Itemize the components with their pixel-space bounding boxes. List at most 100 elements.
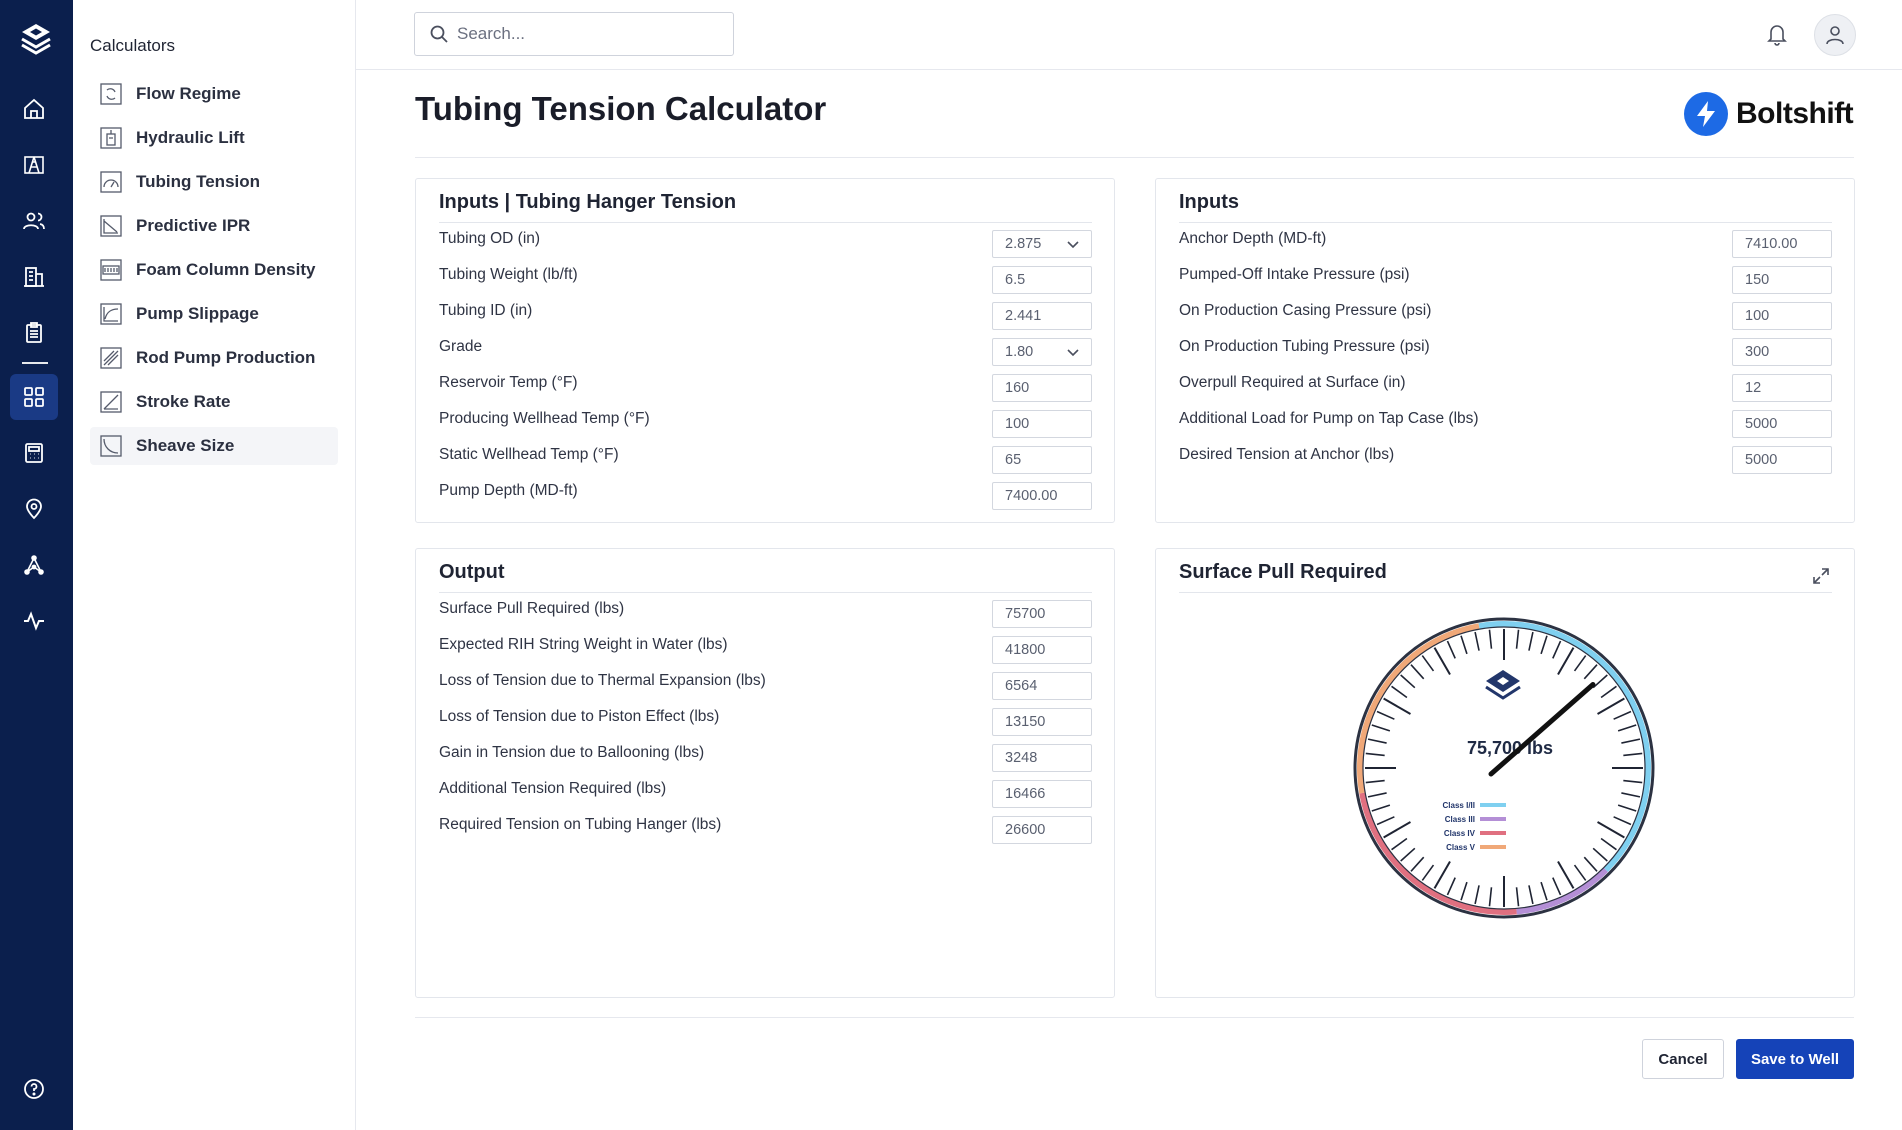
save-to-well-button[interactable]: Save to Well (1736, 1039, 1854, 1079)
form-row: Tubing Weight (lb/ft) (439, 260, 578, 290)
field-label: Required Tension on Tubing Hanger (lbs) (439, 816, 722, 833)
value-field[interactable]: 7410.00 (1732, 230, 1832, 258)
network-icon[interactable] (10, 542, 58, 588)
gauge-tick (1623, 779, 1643, 784)
cancel-button[interactable]: Cancel (1642, 1039, 1724, 1079)
users-icon[interactable] (10, 198, 58, 244)
value-field[interactable]: 7400.00 (992, 482, 1092, 510)
expand-icon[interactable] (1812, 567, 1830, 585)
card-title: Surface Pull Required (1179, 561, 1387, 583)
field-label: Producing Wellhead Temp (°F) (439, 410, 650, 427)
field-value: 26600 (1005, 822, 1046, 838)
sidebar-item-stroke-rate[interactable]: Stroke Rate (90, 383, 338, 421)
value-dropdown[interactable]: 2.875 (992, 230, 1092, 258)
field-label: Expected RIH String Weight in Water (lbs… (439, 636, 728, 653)
page-title: Tubing Tension Calculator (415, 90, 827, 127)
field-value: 41800 (1005, 642, 1046, 658)
field-label: Gain in Tension due to Ballooning (lbs) (439, 744, 705, 761)
clipboard-icon[interactable] (10, 310, 58, 356)
form-row: Producing Wellhead Temp (°F) (439, 404, 650, 434)
value-dropdown[interactable]: 1.80 (992, 338, 1092, 366)
sidebar-item-hydraulic-lift[interactable]: Hydraulic Lift (90, 119, 338, 157)
grid-icon[interactable] (10, 374, 58, 420)
value-field[interactable]: 26600 (992, 816, 1092, 844)
bell-icon[interactable] (1766, 22, 1788, 46)
value-field[interactable]: 12 (1732, 374, 1832, 402)
value-field[interactable]: 75700 (992, 600, 1092, 628)
location-pin-icon[interactable] (10, 486, 58, 532)
sidebar-item-foam-column-density[interactable]: Foam Column Density (90, 251, 338, 289)
field-value: 75700 (1005, 606, 1046, 622)
search-box[interactable] (414, 12, 734, 56)
sidebar-item-predictive-ipr[interactable]: Predictive IPR (90, 207, 338, 245)
sidebar-item-tubing-tension[interactable]: Tubing Tension (90, 163, 338, 201)
value-field[interactable]: 150 (1732, 266, 1832, 294)
form-row: Pumped-Off Intake Pressure (psi) (1179, 260, 1410, 290)
gauge-tick (1383, 697, 1411, 715)
sidebar-item-pump-slippage[interactable]: Pump Slippage (90, 295, 338, 333)
field-label: Reservoir Temp (°F) (439, 374, 578, 391)
gauge-inner-ring (1362, 626, 1646, 910)
gauge-tick (1583, 856, 1598, 872)
sidebar-item-sheave-size[interactable]: Sheave Size (90, 427, 338, 465)
search-icon (430, 25, 448, 43)
value-field[interactable]: 100 (992, 410, 1092, 438)
value-field[interactable]: 16466 (992, 780, 1092, 808)
gauge-tick (1371, 724, 1391, 732)
value-field[interactable]: 5000 (1732, 446, 1832, 474)
form-row: Expected RIH String Weight in Water (lbs… (439, 630, 728, 660)
value-field[interactable]: 6564 (992, 672, 1092, 700)
form-row: Gain in Tension due to Ballooning (lbs) (439, 738, 704, 768)
oil-rig-icon[interactable] (10, 142, 58, 188)
gauge-tick (1597, 821, 1625, 839)
value-field[interactable]: 300 (1732, 338, 1832, 366)
value-field[interactable]: 160 (992, 374, 1092, 402)
value-field[interactable]: 3248 (992, 744, 1092, 772)
value-field[interactable]: 13150 (992, 708, 1092, 736)
value-field[interactable]: 6.5 (992, 266, 1092, 294)
gauge-tick (1613, 816, 1632, 826)
chevron-down-icon (1067, 241, 1079, 249)
app-logo-icon[interactable] (16, 20, 56, 60)
field-label: Loss of Tension due to Piston Effect (lb… (439, 708, 720, 725)
field-value: 2.441 (1005, 308, 1042, 324)
form-row: Desired Tension at Anchor (lbs) (1179, 440, 1394, 470)
value-field[interactable]: 5000 (1732, 410, 1832, 438)
building-icon[interactable] (10, 254, 58, 300)
gauge-tick (1474, 631, 1480, 651)
gauge-tick (1617, 724, 1637, 732)
value-field[interactable]: 100 (1732, 302, 1832, 330)
value-field[interactable]: 41800 (992, 636, 1092, 664)
gauge-tick (1597, 697, 1625, 715)
search-input[interactable] (457, 24, 717, 44)
gauge-tick (1410, 664, 1425, 680)
field-label: Surface Pull Required (lbs) (439, 600, 625, 617)
flow-regime-icon (100, 83, 122, 105)
sidebar-item-flow-regime[interactable]: Flow Regime (90, 75, 338, 113)
sidebar-item-label: Tubing Tension (136, 172, 261, 191)
gauge-tick (1621, 738, 1641, 744)
sidebar-item-rod-pump-production[interactable]: Rod Pump Production (90, 339, 338, 377)
gauge-tick (1557, 861, 1575, 889)
legend-label: Class IV (1444, 829, 1476, 838)
hanger-inputs-card: Inputs | Tubing Hanger Tension Tubing OD… (415, 178, 1115, 523)
value-field[interactable]: 65 (992, 446, 1092, 474)
avatar[interactable] (1814, 14, 1856, 56)
field-value: 65 (1005, 452, 1022, 468)
value-field[interactable]: 2.441 (992, 302, 1092, 330)
brand-name: Boltshift (1736, 97, 1854, 130)
card-title: Inputs (1179, 191, 1239, 213)
gauge-tick (1592, 674, 1608, 689)
gauge-tick (1376, 816, 1395, 826)
calculator-icon[interactable] (10, 430, 58, 476)
field-label: Tubing ID (in) (439, 302, 533, 319)
card-divider (439, 222, 1092, 223)
gauge-tick (1433, 861, 1451, 889)
card-divider (1179, 592, 1832, 593)
chevron-down-icon (1067, 349, 1079, 357)
activity-icon[interactable] (10, 598, 58, 644)
help-icon[interactable] (10, 1066, 58, 1112)
gauge-tick (1528, 631, 1534, 651)
field-label: Loss of Tension due to Thermal Expansion… (439, 672, 766, 689)
home-icon[interactable] (10, 86, 58, 132)
